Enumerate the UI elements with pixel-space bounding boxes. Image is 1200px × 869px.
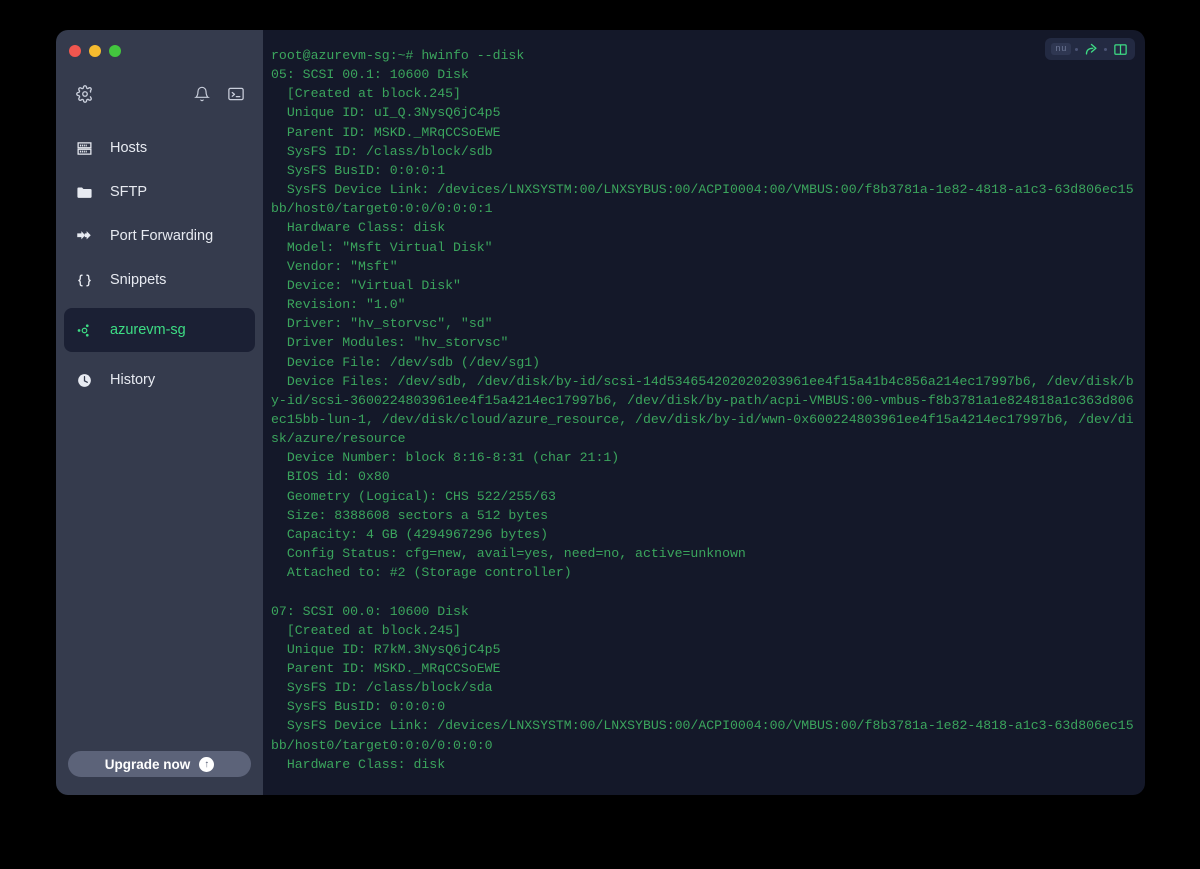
terminal-line: 05: SCSI 00.1: 10600 Disk bbox=[271, 65, 1137, 84]
terminal-line: Device File: /dev/sdb (/dev/sg1) bbox=[271, 353, 1137, 372]
terminal-toolbar: nu bbox=[1045, 38, 1135, 60]
terminal-line: Device Files: /dev/sdb, /dev/disk/by-id/… bbox=[271, 372, 1137, 449]
terminal-line: Size: 8388608 sectors a 512 bytes bbox=[271, 506, 1137, 525]
toolbar-separator-dot bbox=[1075, 48, 1078, 51]
maximize-window-button[interactable] bbox=[109, 45, 121, 57]
sidebar-item-label: Snippets bbox=[110, 272, 166, 288]
terminal-line: Hardware Class: disk bbox=[271, 218, 1137, 237]
arrows-right-icon bbox=[74, 226, 94, 246]
terminal-pane[interactable]: nu root@azurevm-sg:~# hwinfo --disk0 bbox=[263, 30, 1145, 795]
sidebar-item-history[interactable]: History bbox=[64, 358, 255, 402]
terminal-line: Vendor: "Msft" bbox=[271, 257, 1137, 276]
sidebar-item-label: SFTP bbox=[110, 184, 147, 200]
upgrade-now-button[interactable]: Upgrade now ↑ bbox=[68, 751, 251, 777]
terminal-app-window: Hosts SFTP bbox=[56, 30, 1145, 795]
terminal-mode-chip[interactable]: nu bbox=[1051, 43, 1071, 55]
sidebar-item-label: History bbox=[110, 372, 155, 388]
sidebar-item-sftp[interactable]: SFTP bbox=[64, 170, 255, 214]
braces-icon bbox=[74, 270, 94, 290]
terminal-line: Config Status: cfg=new, avail=yes, need=… bbox=[271, 544, 1137, 563]
terminal-line: Device: "Virtual Disk" bbox=[271, 276, 1137, 295]
terminal-line: 07: SCSI 00.0: 10600 Disk bbox=[271, 602, 1137, 621]
terminal-line: Unique ID: uI_Q.3NysQ6jC4p5 bbox=[271, 103, 1137, 122]
sidebar-item-azurevm-sg[interactable]: azurevm-sg bbox=[64, 308, 255, 352]
terminal-line: SysFS ID: /class/block/sda bbox=[271, 678, 1137, 697]
server-icon bbox=[74, 138, 94, 158]
upgrade-now-label: Upgrade now bbox=[105, 757, 191, 772]
terminal-line: Parent ID: MSKD._MRqCCSoEWE bbox=[271, 123, 1137, 142]
notifications-icon[interactable] bbox=[189, 81, 215, 107]
terminal-line: Geometry (Logical): CHS 522/255/63 bbox=[271, 487, 1137, 506]
terminal-line: Model: "Msft Virtual Disk" bbox=[271, 238, 1137, 257]
new-terminal-icon[interactable] bbox=[223, 81, 249, 107]
terminal-line: SysFS BusID: 0:0:0:1 bbox=[271, 161, 1137, 180]
terminal-line: Hardware Class: disk bbox=[271, 755, 1137, 774]
terminal-output: root@azurevm-sg:~# hwinfo --disk05: SCSI… bbox=[263, 30, 1145, 795]
folder-icon bbox=[74, 182, 94, 202]
ubuntu-icon bbox=[74, 320, 94, 340]
terminal-line: SysFS Device Link: /devices/LNXSYSTM:00/… bbox=[271, 180, 1137, 218]
terminal-line: root@azurevm-sg:~# hwinfo --disk bbox=[271, 46, 1137, 65]
terminal-line: [Created at block.245] bbox=[271, 84, 1137, 103]
terminal-line: [Created at block.245] bbox=[271, 621, 1137, 640]
terminal-line: Driver: "hv_storvsc", "sd" bbox=[271, 314, 1137, 333]
terminal-line: Unique ID: R7kM.3NysQ6jC4p5 bbox=[271, 640, 1137, 659]
sidebar-item-snippets[interactable]: Snippets bbox=[64, 258, 255, 302]
arrow-up-circle-icon: ↑ bbox=[199, 757, 214, 772]
clock-icon bbox=[74, 370, 94, 390]
sidebar-item-port-forwarding[interactable]: Port Forwarding bbox=[64, 214, 255, 258]
terminal-line: Parent ID: MSKD._MRqCCSoEWE bbox=[271, 659, 1137, 678]
window-traffic-lights bbox=[56, 30, 263, 72]
terminal-line: Driver Modules: "hv_storvsc" bbox=[271, 333, 1137, 352]
terminal-line: BIOS id: 0x80 bbox=[271, 467, 1137, 486]
terminal-line: Device Number: block 8:16-8:31 (char 21:… bbox=[271, 448, 1137, 467]
terminal-line: Capacity: 4 GB (4294967296 bytes) bbox=[271, 525, 1137, 544]
sidebar-footer: Upgrade now ↑ bbox=[56, 751, 263, 795]
terminal-line: SysFS BusID: 0:0:0:0 bbox=[271, 697, 1137, 716]
sidebar-item-hosts[interactable]: Hosts bbox=[64, 126, 255, 170]
settings-icon[interactable] bbox=[72, 81, 98, 107]
sidebar-item-label: azurevm-sg bbox=[110, 322, 186, 338]
sidebar-nav: Hosts SFTP bbox=[56, 116, 263, 402]
sidebar-toolbar bbox=[56, 72, 263, 116]
minimize-window-button[interactable] bbox=[89, 45, 101, 57]
terminal-line: SysFS Device Link: /devices/LNXSYSTM:00/… bbox=[271, 716, 1137, 754]
close-window-button[interactable] bbox=[69, 45, 81, 57]
terminal-line: SysFS ID: /class/block/sdb bbox=[271, 142, 1137, 161]
sidebar-item-label: Port Forwarding bbox=[110, 228, 213, 244]
sidebar-item-label: Hosts bbox=[110, 140, 147, 156]
sidebar: Hosts SFTP bbox=[56, 30, 263, 795]
toolbar-separator-dot bbox=[1104, 48, 1107, 51]
share-arrow-icon[interactable] bbox=[1082, 40, 1100, 58]
app-root: Hosts SFTP bbox=[0, 0, 1200, 869]
terminal-line: Revision: "1.0" bbox=[271, 295, 1137, 314]
terminal-line: Attached to: #2 (Storage controller) bbox=[271, 563, 1137, 582]
terminal-blank-line bbox=[271, 582, 1137, 601]
split-pane-icon[interactable] bbox=[1111, 40, 1129, 58]
